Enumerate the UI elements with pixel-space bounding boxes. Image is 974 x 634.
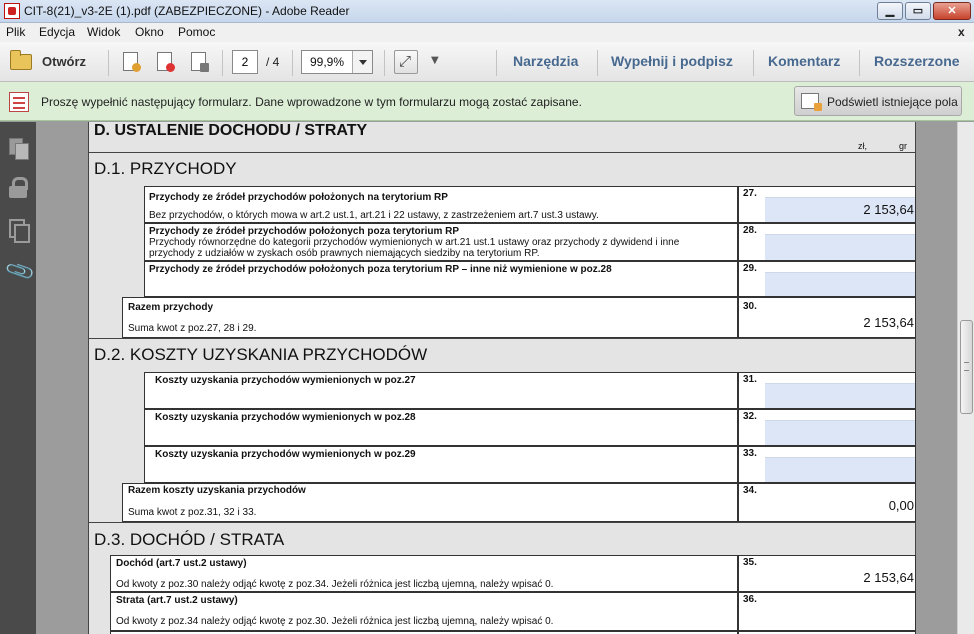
toolbar-separator (292, 50, 293, 76)
adobe-reader-icon (4, 3, 20, 19)
row-28-label: Przychody ze źródeł przychodów położonyc… (149, 226, 460, 237)
row-30-num: 30. (743, 301, 757, 312)
row-35-num: 35. (743, 557, 757, 568)
window-title: CIT-8(21)_v3-2E (1).pdf (ZABEZPIECZONE) … (24, 4, 350, 18)
notification-text: Proszę wypełnić następujący formularz. D… (41, 95, 582, 109)
row-28-num: 28. (743, 225, 757, 236)
row-28-sub2: przychody z udziałów w zyskach osób praw… (149, 248, 540, 259)
menu-edycja[interactable]: Edycja (39, 25, 75, 39)
row-29-num: 29. (743, 263, 757, 274)
highlight-fields-icon (801, 93, 822, 111)
row-34-num: 34. (743, 485, 757, 496)
maximize-icon: ▭ (912, 5, 924, 17)
row-30-label: Razem przychody (128, 302, 214, 313)
chevron-down-icon[interactable] (352, 51, 372, 73)
row-36-value-cell (738, 592, 916, 631)
toolbar-separator (496, 50, 497, 76)
menu-plik[interactable]: Plik (6, 25, 25, 39)
field-28-input[interactable] (765, 234, 915, 260)
field-31-input[interactable] (765, 383, 915, 408)
minimize-icon: ▁ (885, 5, 895, 17)
row-36-num: 36. (743, 594, 757, 605)
row-27-num: 27. (743, 188, 757, 199)
row-29-label: Przychody ze źródeł przychodów położonyc… (149, 264, 612, 275)
fill-sign-pane-link[interactable]: Wypełnij i podpisz (611, 53, 733, 69)
document-close-icon[interactable]: x (958, 25, 965, 39)
convert-pdf-icon[interactable] (120, 51, 142, 73)
row-27-sub: Bez przychodów, o których mowa w art.2 u… (149, 210, 599, 221)
section-d-title: D. USTALENIE DOCHODU / STRATY (94, 122, 368, 139)
section-d3-title: D.3. DOCHÓD / STRATA (94, 530, 285, 549)
extended-pane-link[interactable]: Rozszerzone (874, 53, 960, 69)
menu-pomoc[interactable]: Pomoc (178, 25, 215, 39)
row-36-sub: Od kwoty z poz.34 należy odjąć kwotę z p… (116, 616, 554, 627)
section-d1-title: D.1. PRZYCHODY (94, 159, 237, 178)
row-27-label: Przychody ze źródeł przychodów położonyc… (149, 192, 448, 203)
field-30-value: 2 153,64 (863, 315, 914, 330)
toolbar-separator (597, 50, 598, 76)
row-34-sub: Suma kwot z poz.31, 32 i 33. (128, 507, 257, 518)
maximize-button[interactable]: ▭ (905, 2, 931, 20)
scrollbar-thumb[interactable] (960, 320, 973, 414)
toolbar-separator (108, 50, 109, 76)
tools-pane-link[interactable]: Narzędzia (513, 53, 578, 69)
page-thumbnails-icon[interactable] (7, 136, 29, 160)
page-number-input[interactable]: 2 (232, 50, 258, 74)
form-icon (9, 92, 29, 112)
row-32-label: Koszty uzyskania przychodów wymienionych… (155, 412, 416, 423)
security-lock-icon[interactable] (7, 176, 29, 198)
pdf-page: D. USTALENIE DOCHODU / STRATY zł, gr D.1… (88, 122, 916, 634)
fit-page-icon[interactable] (394, 50, 418, 74)
toolbar-more-icon[interactable]: ▼ (431, 55, 439, 66)
row-35-sub: Od kwoty z poz.30 należy odjąć kwotę z p… (116, 579, 554, 590)
zoom-select[interactable]: 99,9% (301, 50, 373, 74)
navigation-pane: 📎 (0, 122, 37, 634)
toolbar-separator (384, 50, 385, 76)
row-31-num: 31. (743, 374, 757, 385)
unit-gr: gr (899, 141, 908, 151)
unit-zl: zł, (858, 141, 867, 151)
open-label: Otwórz (42, 54, 87, 69)
row-35-label: Dochód (art.7 ust.2 ustawy) (116, 558, 247, 569)
toolbar-separator (222, 50, 223, 76)
highlight-fields-button[interactable]: Podświetl istniejące pola (794, 86, 962, 116)
row-31-label: Koszty uzyskania przychodów wymienionych… (155, 375, 416, 386)
folder-icon (10, 50, 32, 70)
page-total: / 4 (266, 55, 280, 69)
section-d2-title: D.2. KOSZTY UZYSKANIA PRZYCHODÓW (94, 345, 428, 364)
row-33-num: 33. (743, 448, 757, 459)
field-34-value: 0,00 (888, 498, 914, 513)
row-32-num: 32. (743, 411, 757, 422)
row-30-sub: Suma kwot z poz.27, 28 i 29. (128, 323, 257, 334)
comment-pane-link[interactable]: Komentarz (768, 53, 840, 69)
title-bar: CIT-8(21)_v3-2E (1).pdf (ZABEZPIECZONE) … (0, 0, 974, 23)
vertical-scrollbar[interactable] (957, 122, 974, 634)
attachments-icon[interactable]: 📎 (3, 255, 37, 288)
field-33-input[interactable] (765, 457, 915, 482)
close-button[interactable]: ✕ (933, 2, 971, 20)
menu-widok[interactable]: Widok (87, 25, 120, 39)
highlight-fields-label: Podświetl istniejące pola (827, 95, 958, 109)
layers-icon[interactable] (7, 218, 30, 243)
menu-okno[interactable]: Okno (135, 25, 164, 39)
create-pdf-icon[interactable] (154, 51, 176, 73)
field-29-input[interactable] (765, 272, 915, 296)
field-35-value: 2 153,64 (863, 570, 914, 585)
row-34-label: Razem koszty uzyskania przychodów (128, 485, 306, 496)
open-button[interactable]: Otwórz (6, 50, 94, 74)
sign-document-icon[interactable] (188, 51, 210, 73)
zoom-value: 99,9% (310, 55, 345, 69)
document-view[interactable]: D. USTALENIE DOCHODU / STRATY zł, gr D.1… (36, 122, 957, 634)
close-icon: ✕ (947, 5, 957, 17)
row-28-sub1: Przychody równorzędne do kategorii przyc… (149, 237, 680, 248)
field-27-value: 2 153,64 (863, 202, 914, 217)
row-36-label: Strata (art.7 ust.2 ustawy) (116, 595, 238, 606)
toolbar-separator (859, 50, 860, 76)
row-33-label: Koszty uzyskania przychodów wymienionych… (155, 449, 416, 460)
toolbar-separator (753, 50, 754, 76)
minimize-button[interactable]: ▁ (877, 2, 903, 20)
field-32-input[interactable] (765, 420, 915, 445)
menu-bar: Plik Edycja Widok Okno Pomoc x (0, 23, 974, 42)
